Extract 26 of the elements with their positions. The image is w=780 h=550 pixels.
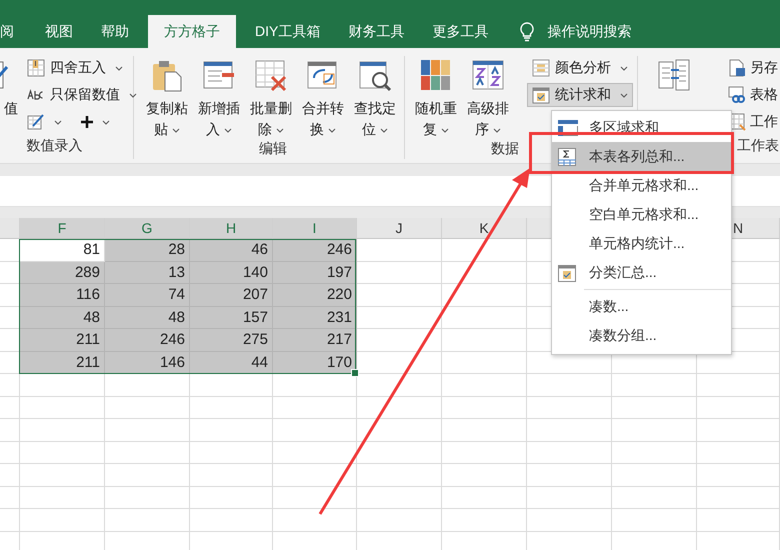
table-cell: 13 <box>105 262 190 284</box>
table-cell: 220 <box>273 284 357 306</box>
table-cell: 44 <box>190 352 273 374</box>
table-cell: 46 <box>190 239 273 262</box>
group-label: 数值录入 <box>26 137 82 155</box>
table-cell: 157 <box>190 306 273 329</box>
table-cell: 207 <box>190 284 273 306</box>
group-label: 数据 <box>491 140 519 158</box>
group-label: 工作表 <box>737 137 779 155</box>
table-cell: 246 <box>105 329 190 352</box>
table-cell: 146 <box>105 352 190 374</box>
table-cell: 116 <box>20 284 105 306</box>
table-cell: 289 <box>20 262 105 284</box>
table-cell: 140 <box>190 262 273 284</box>
table-cell: 231 <box>273 306 357 329</box>
table-cell: 217 <box>273 329 357 352</box>
table-cell: 48 <box>105 306 190 329</box>
table-cell: 275 <box>190 329 273 352</box>
table-cell: 197 <box>273 262 357 284</box>
table-cell: 48 <box>20 306 105 329</box>
group-label: 编辑 <box>259 140 287 158</box>
table-cell: 211 <box>20 329 105 352</box>
table-cell: 246 <box>273 239 357 262</box>
table-cell: 211 <box>20 352 105 374</box>
table-cell: 74 <box>105 284 190 306</box>
table-cell: 28 <box>105 239 190 262</box>
